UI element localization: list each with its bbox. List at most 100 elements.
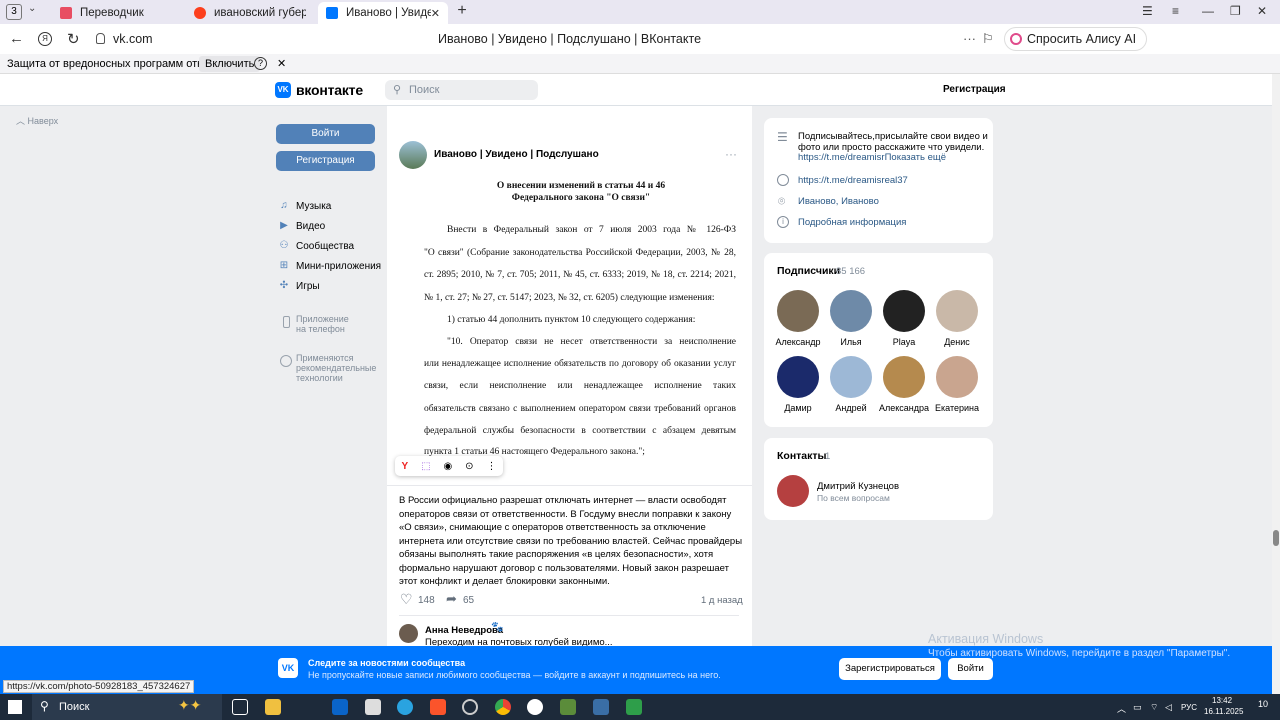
website-link[interactable]: https://t.me/dreamisreal37 (798, 175, 908, 186)
like-icon[interactable]: ♡ (400, 591, 413, 608)
subscriber-avatar[interactable] (883, 356, 925, 398)
post-menu-icon[interactable]: ··· (725, 147, 737, 161)
url-field[interactable]: vk.com (113, 32, 153, 46)
subscriber-avatar[interactable] (830, 290, 872, 332)
subscriber-name[interactable]: Екатерина (929, 403, 985, 413)
search-input[interactable]: ⚲ Поиск (385, 80, 538, 100)
tray-icon[interactable]: ▭ (1133, 702, 1142, 713)
chevron-down-icon[interactable]: ⌄ (28, 3, 36, 14)
post-author[interactable]: Иваново | Увидено | Подслушано (434, 149, 599, 160)
contacts-title[interactable]: Контакты (777, 450, 827, 462)
clock-time[interactable]: 13:42 (1212, 696, 1232, 705)
comment-avatar[interactable] (399, 624, 418, 643)
app-icon[interactable] (626, 699, 642, 715)
share-icon[interactable]: ➦ (446, 591, 457, 607)
file-explorer-icon[interactable] (265, 699, 281, 715)
menu-item-games[interactable]: ✣ Игры (278, 280, 320, 292)
banner-login-button[interactable]: Войти (948, 658, 993, 680)
subscriber-avatar[interactable] (777, 356, 819, 398)
subscriber-name[interactable]: Илья (823, 337, 879, 347)
restore-button[interactable]: ❐ (1230, 4, 1241, 18)
subscriber-name[interactable]: Александра (876, 403, 932, 413)
windows-start-icon[interactable] (8, 700, 22, 714)
lens-icon[interactable]: ⊙ (465, 461, 473, 472)
vk-logo-icon[interactable]: VK (275, 82, 291, 98)
reload-icon[interactable]: ↻ (67, 30, 80, 48)
eye-icon[interactable]: ◉ (443, 461, 452, 472)
select-text-icon[interactable]: ⬚ (421, 461, 430, 472)
close-tab-icon[interactable]: ✕ (431, 7, 440, 20)
yandex-icon[interactable]: Y (401, 461, 408, 472)
bookmark-icon[interactable]: ⚐ (982, 31, 994, 47)
login-button[interactable]: Войти (276, 124, 375, 144)
shield-icon[interactable] (96, 33, 105, 44)
menu-item-music[interactable]: ♫ Музыка (278, 200, 331, 212)
bookmarks-icon[interactable]: ☰ (1142, 4, 1153, 18)
subscriber-avatar[interactable] (936, 356, 978, 398)
subscriber-avatar[interactable] (777, 290, 819, 332)
menu-icon[interactable]: ≡ (1172, 4, 1179, 18)
location-link[interactable]: Иваново, Иваново (798, 196, 879, 207)
subscriber-name[interactable]: Playa (876, 337, 932, 347)
page-scrollbar[interactable] (1272, 74, 1280, 694)
menu-item-communities[interactable]: ⚇ Сообщества (278, 240, 355, 252)
chrome-icon[interactable] (495, 699, 511, 715)
new-tab-button[interactable]: + (454, 3, 470, 20)
contact-name[interactable]: Дмитрий Кузнецов (817, 481, 899, 492)
outlook-icon[interactable] (332, 699, 348, 715)
language-indicator[interactable]: РУС (1181, 703, 1197, 712)
tab-count-button[interactable]: 3 (6, 4, 22, 20)
subscriber-name[interactable]: Александр (770, 337, 826, 347)
contact-avatar[interactable] (777, 475, 809, 507)
scroll-up-button[interactable]: ︿ Наверх (16, 114, 58, 127)
post-time[interactable]: 1 д назад (701, 595, 743, 606)
subscribers-title[interactable]: Подписчики (777, 265, 840, 277)
brave-icon[interactable] (430, 699, 446, 715)
subscriber-avatar[interactable] (883, 290, 925, 332)
back-arrow-icon[interactable]: ← (9, 30, 24, 47)
subscriber-name[interactable]: Андрей (823, 403, 879, 413)
taskbar-search[interactable]: ⚲ Поиск ✦✦ (32, 694, 222, 720)
vk-logo-text[interactable]: вконтакте (296, 82, 363, 98)
tab-search[interactable]: ивановский губернатор р (186, 2, 314, 24)
more-vertical-icon[interactable]: ⋮ (486, 461, 496, 472)
description-link[interactable]: https://t.me/dreamisr (798, 152, 885, 163)
banner-register-button[interactable]: Зарегистрироваться (839, 658, 941, 680)
header-register-link[interactable]: Регистрация (943, 84, 1006, 95)
subscriber-avatar[interactable] (936, 290, 978, 332)
menu-item-mini-apps[interactable]: ⊞ Мини-приложения (278, 260, 381, 272)
yandex-icon[interactable]: Я (38, 32, 52, 46)
more-info-link[interactable]: Подробная информация (798, 217, 906, 228)
post-document-image[interactable]: О внесении изменений в статьи 44 и 46 Фе… (405, 176, 750, 461)
subscriber-name[interactable]: Дамир (770, 403, 826, 413)
enable-protection-button[interactable]: Включить (199, 56, 261, 72)
settings-icon[interactable] (462, 699, 478, 715)
volume-icon[interactable]: ◁ (1165, 702, 1172, 713)
clock-date[interactable]: 16.11.2025 (1204, 707, 1243, 716)
app-icon[interactable] (593, 699, 609, 715)
wifi-icon[interactable]: ⌔ (1150, 702, 1158, 713)
security-icon[interactable] (365, 699, 381, 715)
minimize-button[interactable]: — (1202, 4, 1214, 18)
like-count[interactable]: 148 (418, 595, 435, 606)
share-count[interactable]: 65 (463, 595, 474, 606)
community-avatar[interactable] (399, 141, 427, 169)
scrollbar-thumb[interactable] (1273, 530, 1279, 546)
telegram-icon[interactable] (397, 699, 413, 715)
yandex-browser-icon[interactable] (527, 699, 543, 715)
tab-vk-active[interactable]: Иваново | Увидено | По ✕ (318, 2, 448, 24)
show-more-link[interactable]: Показать ещё (885, 152, 946, 163)
subscriber-avatar[interactable] (830, 356, 872, 398)
close-icon[interactable]: ✕ (277, 57, 286, 70)
tab-translator[interactable]: Переводчик (52, 2, 180, 24)
help-icon[interactable]: ? (254, 57, 267, 70)
subscriber-name[interactable]: Денис (929, 337, 985, 347)
task-view-icon[interactable] (232, 699, 248, 715)
close-window-button[interactable]: ✕ (1257, 4, 1267, 18)
tray-chevron-icon[interactable]: ︿ (1117, 702, 1126, 715)
ask-alice-button[interactable]: Спросить Алису AI (1004, 27, 1148, 51)
app-icon[interactable] (560, 699, 576, 715)
menu-item-video[interactable]: ▶ Видео (278, 220, 325, 232)
register-button[interactable]: Регистрация (276, 151, 375, 171)
more-icon[interactable]: ··· (963, 31, 976, 46)
